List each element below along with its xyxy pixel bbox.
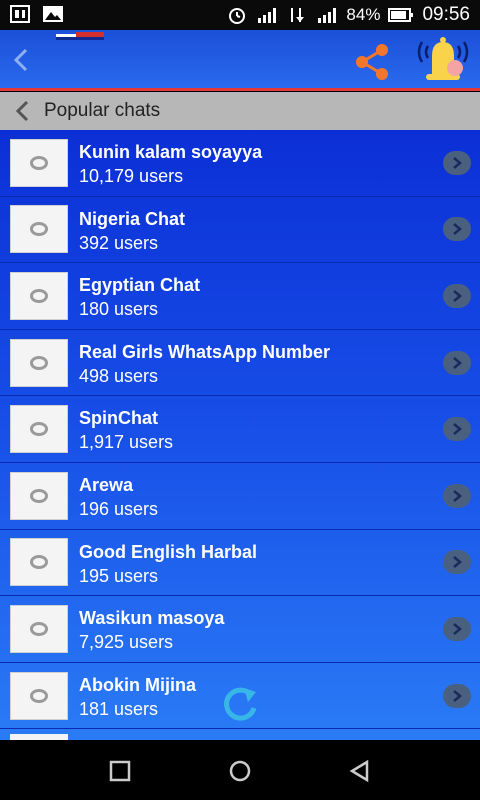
- chevron-right-icon[interactable]: [443, 150, 471, 175]
- placeholder-ring-icon: [30, 422, 48, 437]
- alarm-icon: [229, 8, 246, 24]
- signal-icon-2: [318, 8, 337, 23]
- chat-thumbnail: [10, 405, 68, 454]
- chat-name: Arewa: [79, 474, 134, 495]
- battery-icon: [388, 8, 414, 22]
- chevron-right-icon[interactable]: [443, 683, 471, 708]
- clock: 09:56: [422, 4, 470, 25]
- section-title: Popular chats: [44, 100, 161, 121]
- chat-name: Real Girls WhatsApp Number: [79, 341, 331, 362]
- chevron-right-icon[interactable]: [443, 417, 471, 442]
- placeholder-ring-icon: [30, 222, 48, 237]
- chat-name: SpinChat: [79, 408, 158, 429]
- chat-thumbnail: [10, 205, 68, 254]
- chat-users: 498 users: [79, 365, 159, 386]
- chat-name: Wasikun masoya: [79, 608, 225, 629]
- share-icon[interactable]: [352, 42, 392, 82]
- chat-name: Kunin kalam soyayya: [79, 142, 263, 162]
- chevron-right-icon[interactable]: [443, 350, 471, 375]
- data-transfer-icon: [291, 8, 305, 22]
- recent-apps-icon[interactable]: [107, 758, 133, 784]
- chat-users: 196 users: [79, 498, 159, 519]
- chat-name: Nigeria Chat: [79, 208, 186, 229]
- back-icon[interactable]: [347, 758, 373, 784]
- chevron-right-icon[interactable]: [443, 616, 471, 641]
- chevron-right-icon[interactable]: [443, 217, 471, 242]
- placeholder-ring-icon: [30, 621, 48, 636]
- placeholder-ring-icon: [30, 555, 48, 570]
- chat-thumbnail: [10, 138, 68, 187]
- image-notification-icon: [43, 6, 63, 22]
- section-header[interactable]: Popular chats: [0, 92, 480, 130]
- flag-decoration-icon: [56, 32, 104, 40]
- refresh-icon[interactable]: [218, 682, 262, 726]
- list-item[interactable]: Good English Harbal 195 users: [0, 530, 480, 597]
- chat-thumbnail: [10, 671, 68, 720]
- placeholder-ring-icon: [30, 688, 48, 703]
- chevron-right-icon[interactable]: [443, 483, 471, 508]
- chat-users: 195 users: [79, 565, 159, 586]
- chat-thumbnail: [10, 604, 68, 653]
- chevron-left-icon[interactable]: [12, 98, 34, 124]
- chat-users: 181 users: [79, 698, 159, 719]
- back-arrow-icon[interactable]: [8, 44, 36, 76]
- chat-name: Egyptian Chat: [79, 275, 201, 296]
- list-item[interactable]: Wasikun masoya 7,925 users: [0, 596, 480, 663]
- system-nav-bar: [0, 740, 480, 800]
- home-icon[interactable]: [227, 758, 253, 784]
- chat-users: 1,917 users: [79, 432, 174, 453]
- chat-name: Good English Harbal: [79, 541, 258, 562]
- list-item[interactable]: Kunin kalam soyayya 10,179 users: [0, 130, 480, 197]
- placeholder-ring-icon: [30, 488, 48, 503]
- chevron-right-icon[interactable]: [443, 283, 471, 308]
- appbar-accent-line: [0, 88, 480, 91]
- chat-thumbnail: [10, 538, 68, 587]
- battery-percent: 84%: [346, 5, 381, 24]
- list-item[interactable]: SpinChat 1,917 users: [0, 396, 480, 463]
- chat-thumbnail: [10, 271, 68, 320]
- chat-users: 10,179 users: [79, 166, 184, 186]
- list-item[interactable]: Arewa 196 users: [0, 463, 480, 530]
- chat-users: 7,925 users: [79, 632, 174, 653]
- chat-users: 392 users: [79, 232, 159, 253]
- list-item[interactable]: Egyptian Chat 180 users: [0, 263, 480, 330]
- signal-icon: [258, 8, 277, 23]
- chat-thumbnail: [10, 338, 68, 387]
- app-notification-icon: [10, 5, 30, 23]
- chat-name: Abokin Mijina: [79, 674, 196, 695]
- chat-list[interactable]: Kunin kalam soyayya 10,179 users Nigeria …: [0, 130, 480, 740]
- list-item[interactable]: Real Girls WhatsApp Number 498 users: [0, 330, 480, 397]
- status-bar: 84% 09:56: [0, 0, 480, 30]
- placeholder-ring-icon: [30, 155, 48, 170]
- chat-users: 180 users: [79, 299, 159, 320]
- chevron-right-icon[interactable]: [443, 550, 471, 575]
- app-bar: [0, 30, 480, 91]
- chat-thumbnail: [10, 471, 68, 520]
- list-item[interactable]: Nigeria Chat 392 users: [0, 197, 480, 264]
- notification-bell-icon[interactable]: [412, 32, 474, 90]
- placeholder-ring-icon: [30, 355, 48, 370]
- placeholder-ring-icon: [30, 288, 48, 303]
